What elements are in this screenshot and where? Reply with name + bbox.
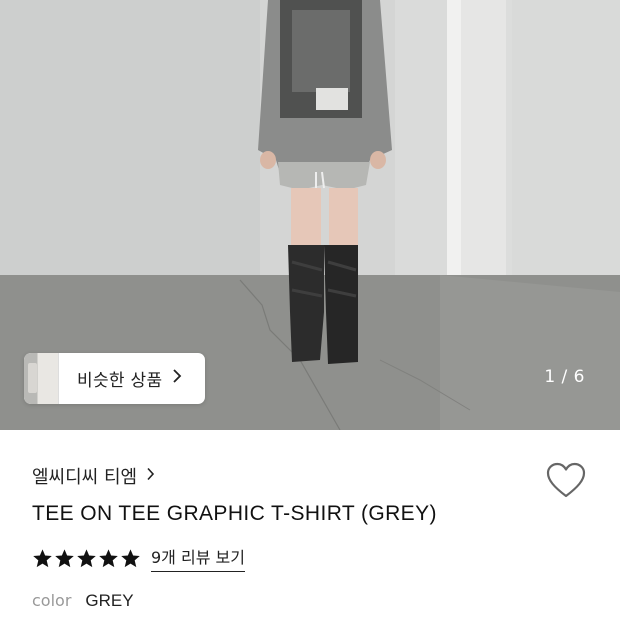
rating-stars bbox=[32, 548, 142, 569]
chevron-right-icon bbox=[172, 368, 182, 389]
similar-products-button[interactable]: 비슷한 상품 bbox=[24, 353, 205, 404]
product-title: TEE ON TEE GRAPHIC T-SHIRT (GREY) bbox=[32, 502, 437, 525]
chevron-right-icon bbox=[146, 466, 155, 486]
color-option: color GREY bbox=[32, 591, 134, 611]
color-value: GREY bbox=[85, 591, 134, 610]
star-filled-icon bbox=[55, 548, 74, 567]
similar-product-thumbnail bbox=[24, 353, 59, 404]
review-link[interactable]: 9개 리뷰 보기 bbox=[151, 544, 245, 572]
brand-name: 엘씨디씨 티엠 bbox=[32, 467, 138, 488]
similar-products-label: 비슷한 상품 bbox=[77, 371, 163, 391]
wishlist-heart-icon[interactable] bbox=[546, 462, 586, 500]
product-info: 엘씨디씨 티엠 TEE ON TEE GRAPHIC T-SHIRT (GREY… bbox=[0, 430, 620, 620]
star-filled-icon bbox=[99, 548, 118, 567]
star-filled-icon bbox=[33, 548, 52, 567]
star-filled-icon bbox=[121, 548, 140, 567]
color-label: color bbox=[32, 591, 72, 610]
image-counter: 1 / 6 bbox=[544, 367, 585, 387]
rating-row: 9개 리뷰 보기 bbox=[32, 544, 245, 572]
brand-link[interactable]: 엘씨디씨 티엠 bbox=[32, 463, 155, 489]
star-filled-icon bbox=[77, 548, 96, 567]
